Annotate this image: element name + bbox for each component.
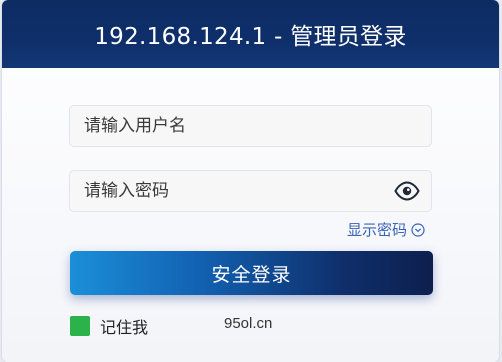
username-input[interactable]: [70, 105, 386, 147]
show-password-label: 显示密码: [347, 221, 408, 239]
watermark: 95ol.cn: [224, 315, 273, 332]
login-button-label: 安全登录: [211, 263, 292, 286]
page-title: 192.168.124.1 - 管理员登录: [94, 24, 407, 50]
login-header: 192.168.124.1 - 管理员登录: [2, 0, 499, 68]
username-field[interactable]: [69, 105, 432, 147]
chevron-down-circle-icon: [411, 222, 425, 237]
password-field[interactable]: [69, 170, 432, 212]
password-input[interactable]: [70, 170, 386, 212]
remember-checkbox[interactable]: [70, 316, 90, 336]
show-password-toggle[interactable]: 显示密码: [347, 219, 425, 240]
remember-me[interactable]: 记住我: [70, 314, 148, 338]
login-button[interactable]: 安全登录: [70, 251, 433, 295]
eye-icon[interactable]: [394, 181, 420, 201]
remember-label: 记住我: [100, 318, 149, 337]
login-card: 192.168.124.1 - 管理员登录 显示密码 安全登录 记住我 95ol…: [2, 0, 499, 362]
